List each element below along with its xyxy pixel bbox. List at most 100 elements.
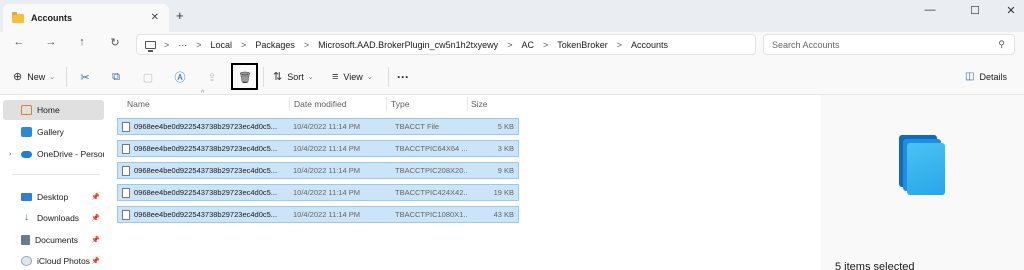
file-type: TBACCTPIC208X20... xyxy=(395,166,467,175)
new-button[interactable]: ⊕ New ⌄ xyxy=(13,58,55,95)
tab-accounts[interactable]: Accounts ✕ xyxy=(3,4,169,32)
up-button[interactable]: ↑ xyxy=(73,36,91,48)
details-pane: 5 items selected xyxy=(821,95,1024,270)
onedrive-cloud-icon xyxy=(21,150,32,158)
file-row[interactable]: 0968ee4be0d922543738b29723ec4d0c5... 10/… xyxy=(117,118,519,135)
file-row[interactable]: 0968ee4be0d922543738b29723ec4d0c5... 10/… xyxy=(117,206,519,223)
pin-icon[interactable]: 📌 xyxy=(91,236,100,244)
breadcrumb-ac[interactable]: AC xyxy=(521,40,534,50)
back-button[interactable]: ← xyxy=(10,36,28,48)
details-pane-icon: ◫ xyxy=(965,71,975,82)
sort-button[interactable]: ⇅ Sort ⌄ xyxy=(273,58,314,95)
chevron-right-icon[interactable]: › xyxy=(9,151,11,158)
overflow-breadcrumbs[interactable]: ··· xyxy=(178,40,187,50)
pin-icon[interactable]: 📌 xyxy=(91,193,100,201)
file-size: 9 KB xyxy=(497,166,514,175)
details-label: Details xyxy=(979,71,1007,82)
computer-icon xyxy=(145,40,156,52)
toolbar-divider xyxy=(263,67,264,87)
sort-icon: ⇅ xyxy=(273,71,283,83)
gallery-icon xyxy=(21,127,32,137)
tab-close-icon[interactable]: ✕ xyxy=(151,12,159,23)
file-date: 10/4/2022 11:14 PM xyxy=(293,210,360,219)
file-date: 10/4/2022 11:14 PM xyxy=(293,188,360,197)
sidebar-item-label: iCloud Photos xyxy=(37,256,90,266)
file-date: 10/4/2022 11:14 PM xyxy=(293,122,360,131)
paste-icon[interactable]: ▢ xyxy=(139,68,157,86)
column-header-date[interactable]: Date modified xyxy=(294,99,346,109)
tab-title: Accounts xyxy=(31,13,73,23)
toolbar-divider xyxy=(388,67,389,87)
breadcrumb-local[interactable]: Local xyxy=(211,40,233,50)
search-input[interactable] xyxy=(772,38,992,52)
breadcrumb-packages[interactable]: Packages xyxy=(255,40,295,50)
file-size: 43 KB xyxy=(493,210,514,219)
search-icon: ⚲ xyxy=(998,39,1005,49)
sidebar-item-documents[interactable]: Documents 📌 xyxy=(3,230,104,250)
file-size: 19 KB xyxy=(493,188,514,197)
column-header-size[interactable]: Size xyxy=(471,99,488,109)
file-icon xyxy=(122,122,130,132)
sidebar-item-label: Gallery xyxy=(37,127,64,137)
file-type: TBACCT File xyxy=(395,122,440,131)
sidebar-item-label: Home xyxy=(37,105,60,115)
plus-circle-icon: ⊕ xyxy=(13,71,23,83)
share-icon[interactable]: ⇪ xyxy=(203,68,221,86)
column-divider[interactable] xyxy=(289,97,290,111)
close-window-button[interactable]: ✕ xyxy=(1001,4,1021,17)
sidebar-item-gallery[interactable]: Gallery xyxy=(3,122,104,142)
pin-icon[interactable]: 📌 xyxy=(91,214,100,222)
sidebar-item-home[interactable]: Home xyxy=(3,100,104,120)
file-icon xyxy=(122,144,130,154)
column-divider[interactable] xyxy=(386,97,387,111)
copy-icon[interactable]: ⧉ xyxy=(107,68,125,86)
file-type: TBACCTPIC64X64 ... xyxy=(395,144,467,153)
file-name: 0968ee4be0d922543738b29723ec4d0c5... xyxy=(134,144,278,153)
breadcrumb-accounts[interactable]: Accounts xyxy=(631,40,668,50)
breadcrumb-tokenbroker[interactable]: TokenBroker xyxy=(557,40,608,50)
refresh-button[interactable]: ↻ xyxy=(106,36,124,49)
sidebar-item-label: Documents xyxy=(35,235,78,245)
file-name: 0968ee4be0d922543738b29723ec4d0c5... xyxy=(134,166,278,175)
delete-highlight-box xyxy=(231,63,258,90)
breadcrumb-brokerplugin[interactable]: Microsoft.AAD.BrokerPlugin_cw5n1h2txyewy xyxy=(318,40,498,50)
file-name: 0968ee4be0d922543738b29723ec4d0c5... xyxy=(134,210,278,219)
sidebar-item-onedrive[interactable]: › OneDrive - Persona xyxy=(3,144,104,164)
documents-icon xyxy=(21,235,30,245)
file-row[interactable]: 0968ee4be0d922543738b29723ec4d0c5... 10/… xyxy=(117,140,519,157)
command-bar: ⊕ New ⌄ ✂ ⧉ ▢ Ⓐ ⇪ 🗑 ⇅ Sort ⌄ ≡ View ⌄ ··… xyxy=(0,58,1024,95)
more-options-button[interactable]: ··· xyxy=(397,58,409,95)
sidebar-item-label: OneDrive - Persona xyxy=(37,149,104,159)
sort-caret-icon: ^ xyxy=(201,90,205,97)
file-row[interactable]: 0968ee4be0d922543738b29723ec4d0c5... 10/… xyxy=(117,184,519,201)
view-button[interactable]: ≡ View ⌄ xyxy=(332,58,373,95)
title-bar: Accounts ✕ + — ☐ ✕ xyxy=(0,0,1024,32)
column-header-type[interactable]: Type xyxy=(391,99,409,109)
pin-icon[interactable]: 📌 xyxy=(91,257,100,265)
details-button[interactable]: ◫ Details xyxy=(965,58,1007,95)
multiple-files-icon xyxy=(899,135,947,195)
file-row[interactable]: 0968ee4be0d922543738b29723ec4d0c5... 10/… xyxy=(117,162,519,179)
chevron-down-icon: ⌄ xyxy=(49,73,56,81)
maximize-button[interactable]: ☐ xyxy=(965,4,985,17)
column-header-name[interactable]: Name xyxy=(127,99,150,109)
sidebar-item-desktop[interactable]: Desktop 📌 xyxy=(3,187,104,207)
selection-count: 5 items selected xyxy=(835,261,915,270)
file-name: 0968ee4be0d922543738b29723ec4d0c5... xyxy=(134,188,278,197)
chevron-right-icon: > xyxy=(241,39,247,50)
address-bar[interactable]: > ··· > Local > Packages > Microsoft.AAD… xyxy=(136,34,756,55)
file-icon xyxy=(122,188,130,198)
new-tab-button[interactable]: + xyxy=(176,8,184,23)
sidebar-item-downloads[interactable]: ↓ Downloads 📌 xyxy=(3,208,104,228)
file-icon xyxy=(122,210,130,220)
file-size: 5 KB xyxy=(497,122,514,131)
file-size: 3 KB xyxy=(497,144,514,153)
cut-icon[interactable]: ✂ xyxy=(76,68,94,86)
forward-button[interactable]: → xyxy=(42,36,60,48)
file-name: 0968ee4be0d922543738b29723ec4d0c5... xyxy=(134,122,278,131)
minimize-button[interactable]: — xyxy=(920,4,940,16)
file-stack-sheet xyxy=(907,143,945,195)
column-divider[interactable] xyxy=(467,97,468,111)
rename-icon[interactable]: Ⓐ xyxy=(171,68,189,86)
sidebar-item-icloud-photos[interactable]: iCloud Photos 📌 xyxy=(3,251,104,270)
